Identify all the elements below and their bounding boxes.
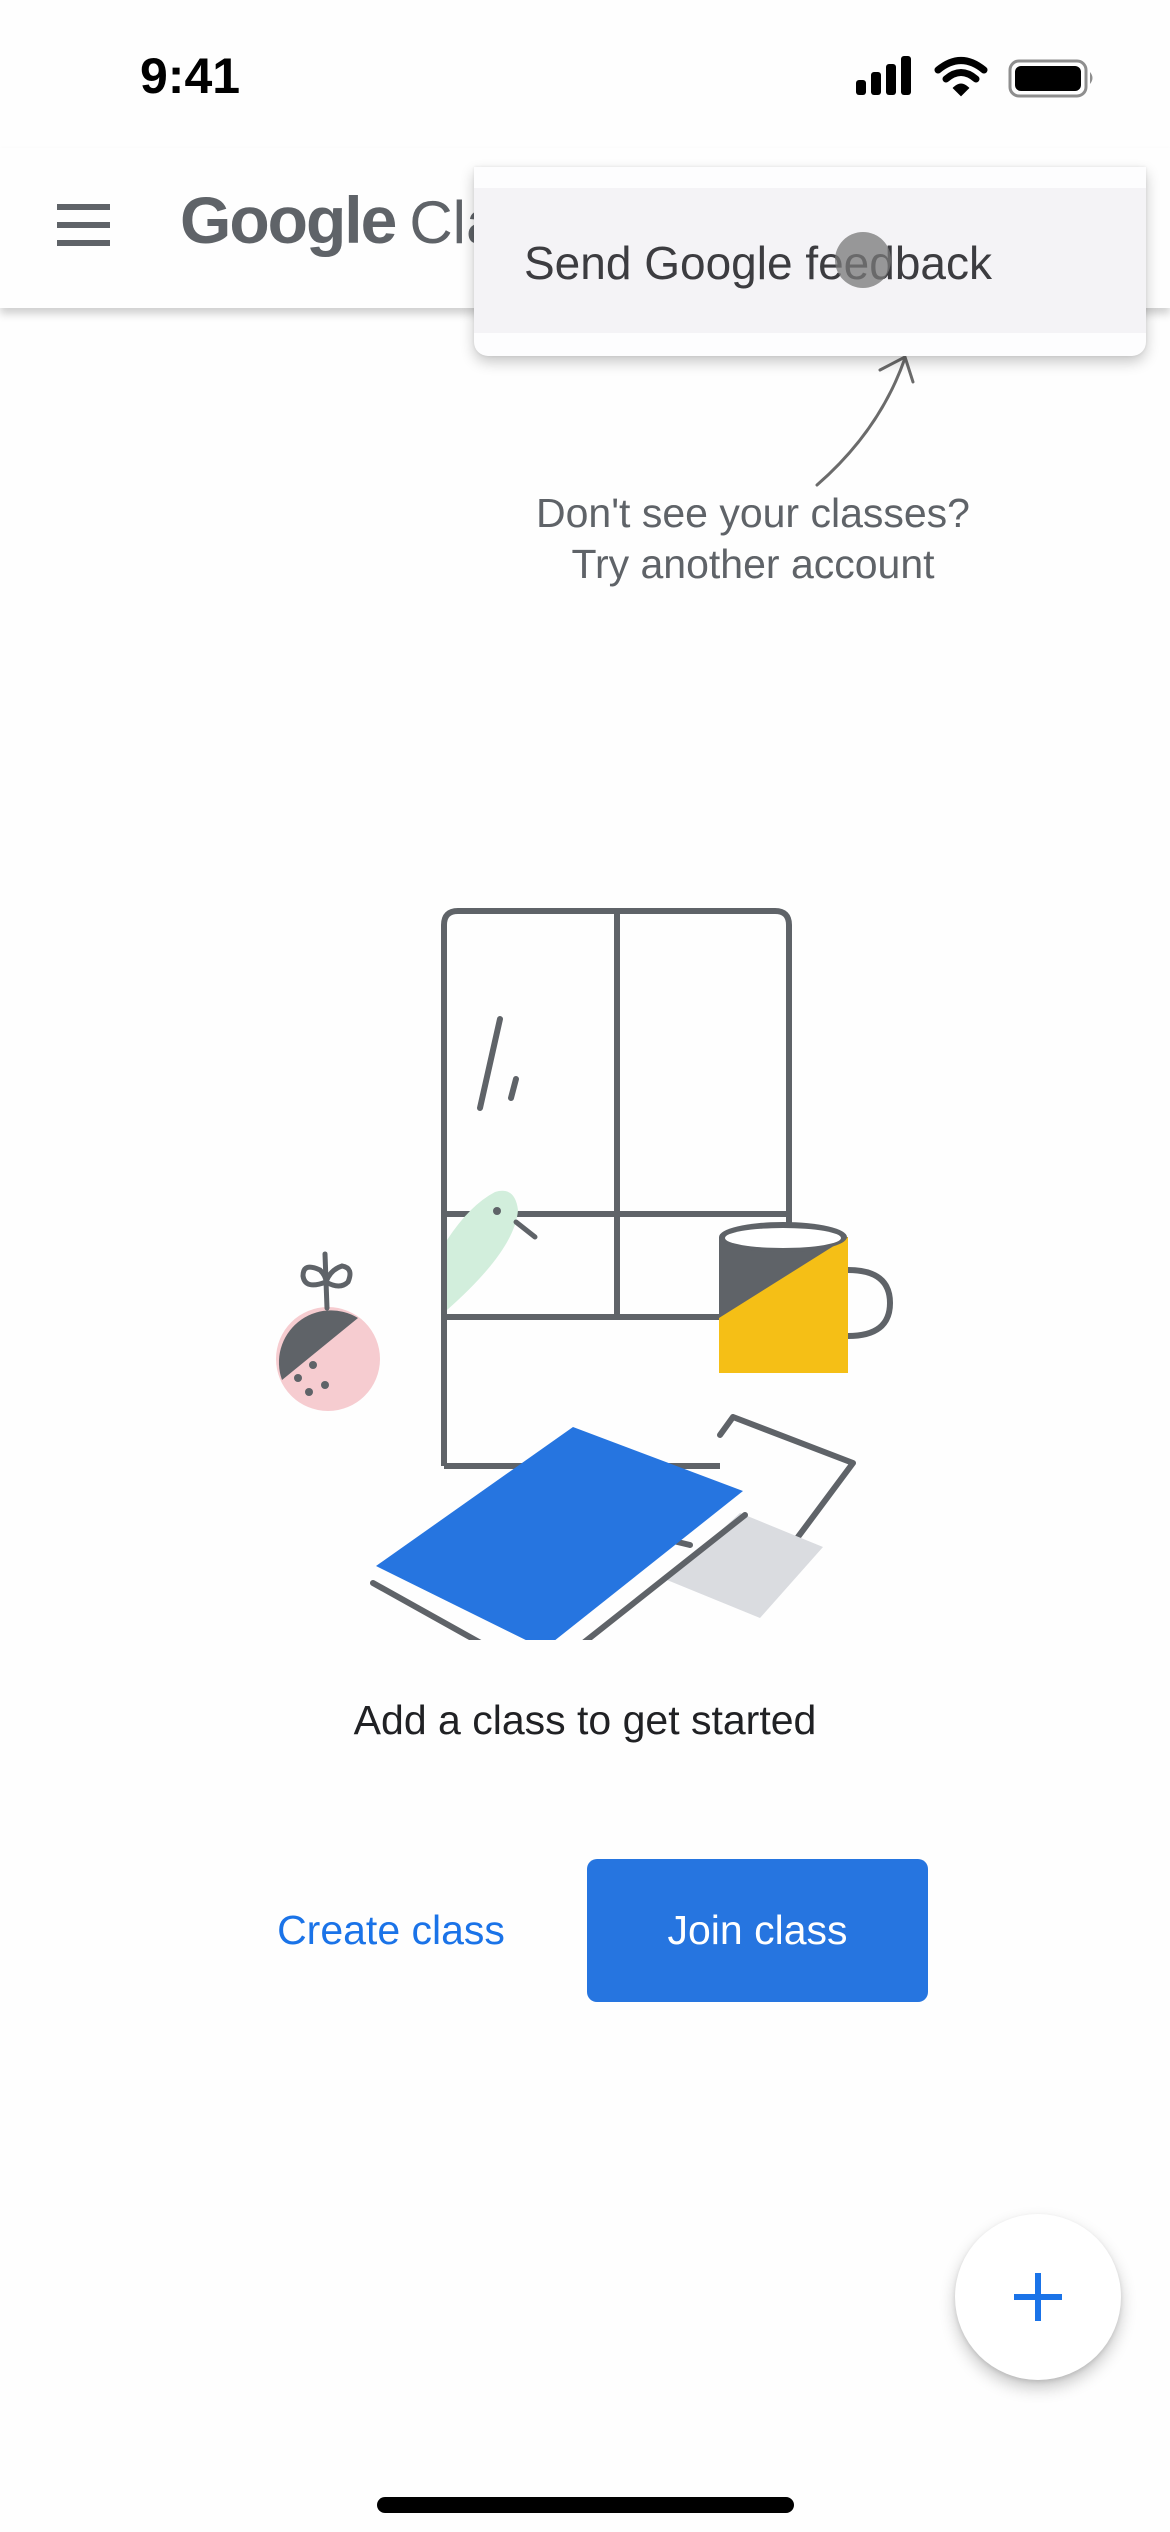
- arrow-icon: [815, 355, 915, 487]
- overflow-menu: Send Google feedback: [474, 167, 1146, 356]
- status-time: 9:41: [140, 48, 241, 104]
- menu-item-label: Send Google feedback: [524, 237, 993, 289]
- window-illustration: [441, 908, 792, 1469]
- bird-illustration: [447, 1190, 538, 1310]
- mug-illustration: [719, 1205, 894, 1373]
- hint-line-2: Try another account: [571, 541, 935, 587]
- logo-brand: Google: [180, 183, 397, 257]
- empty-state-title: Add a class to get started: [353, 1697, 817, 1743]
- menu-item-send-feedback[interactable]: Send Google feedback: [474, 188, 1146, 333]
- plus-icon: [1014, 2273, 1062, 2321]
- add-class-fab[interactable]: [955, 2214, 1121, 2380]
- wifi-icon: [934, 57, 988, 97]
- empty-state-illustration: [276, 908, 894, 1640]
- account-hint[interactable]: Don't see your classes? Try another acco…: [453, 488, 1053, 590]
- join-class-button[interactable]: Join class: [587, 1859, 928, 2002]
- status-icons: [850, 54, 1100, 102]
- battery-icon: [1008, 59, 1093, 98]
- hint-line-1: Don't see your classes?: [536, 490, 970, 536]
- cellular-signal-icon: [856, 56, 911, 95]
- ornament-illustration: [276, 1251, 380, 1411]
- hamburger-menu-icon[interactable]: [40, 185, 130, 265]
- home-indicator[interactable]: [377, 2497, 794, 2513]
- create-class-button[interactable]: Create class: [250, 1859, 532, 2002]
